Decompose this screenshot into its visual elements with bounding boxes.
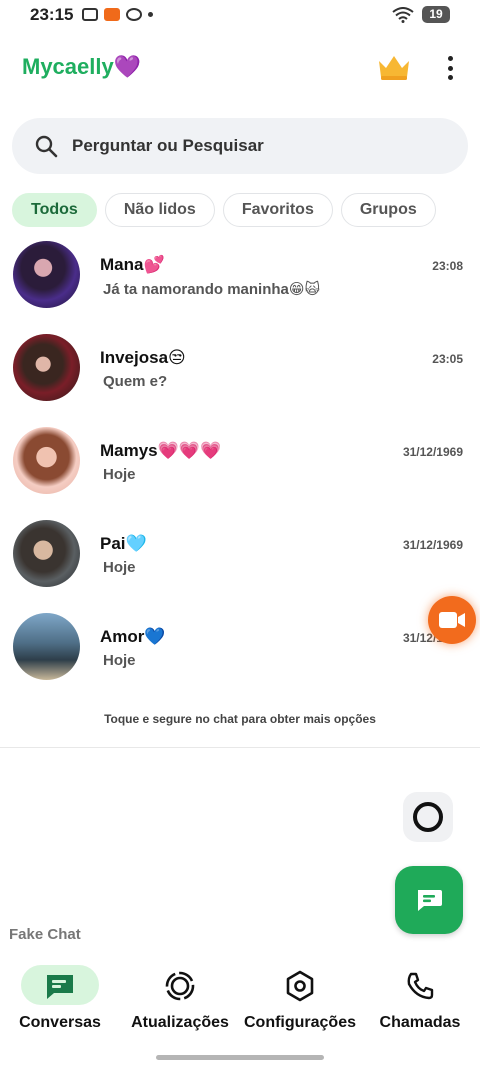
chat-last-message: Já ta namorando maninha😁🙀 xyxy=(103,281,321,298)
chat-name: Invejosa😒 xyxy=(100,348,186,367)
settings-icon xyxy=(286,970,314,1002)
floating-video-button[interactable] xyxy=(428,596,476,644)
app-title: Mycaelly💜 xyxy=(22,54,142,79)
status-bar: 23:15 19 xyxy=(0,0,480,32)
chat-last-message: Hoje xyxy=(103,466,136,483)
avatar[interactable] xyxy=(13,427,80,494)
home-indicator[interactable] xyxy=(156,1055,324,1060)
divider xyxy=(0,747,480,748)
chat-icon xyxy=(47,975,73,999)
chat-name: Mamys💗💗💗 xyxy=(100,441,222,460)
video-camera-icon xyxy=(439,612,465,628)
chat-name: Pai🩵 xyxy=(100,534,147,553)
chat-last-message: Quem e? xyxy=(103,373,168,390)
chat-time: 23:05 xyxy=(432,352,463,366)
chat-row[interactable]: Invejosa😒 23:05 Quem e? xyxy=(0,329,480,422)
circle-icon xyxy=(413,802,443,832)
filter-chip-grupos[interactable]: Grupos xyxy=(340,193,436,227)
search-input[interactable] xyxy=(72,118,452,174)
chat-time: 31/12/1969 xyxy=(402,538,463,552)
notification-icon xyxy=(82,8,98,21)
crown-icon[interactable] xyxy=(376,52,412,82)
status-time: 23:15 xyxy=(30,5,74,24)
chat-row[interactable]: Pai🩵 31/12/1969 Hoje xyxy=(0,515,480,608)
chat-name: Mana💕 xyxy=(100,255,165,274)
video-notification-icon xyxy=(104,8,120,21)
chat-hint-text: Toque e segure no chat para obter mais o… xyxy=(104,712,376,726)
circle-button[interactable] xyxy=(403,792,453,842)
app-notification-icon xyxy=(126,8,142,21)
avatar[interactable] xyxy=(13,241,80,308)
phone-icon xyxy=(407,972,434,1000)
new-chat-icon xyxy=(418,890,442,911)
more-notifications-icon xyxy=(148,12,153,17)
chat-name: Amor💙 xyxy=(100,627,166,646)
avatar[interactable] xyxy=(13,520,80,587)
bottom-navigation: Conversas Atualizações Configurações Cha… xyxy=(0,960,480,1040)
battery-indicator: 19 xyxy=(422,6,450,23)
chat-row[interactable]: Mamys💗💗💗 31/12/1969 Hoje xyxy=(0,422,480,515)
new-chat-button[interactable] xyxy=(395,866,463,934)
wifi-icon xyxy=(392,6,414,23)
status-icon xyxy=(165,971,195,1001)
chat-last-message: Hoje xyxy=(103,559,136,576)
fake-chat-label: Fake Chat xyxy=(9,926,81,943)
more-vert-icon[interactable] xyxy=(440,56,460,80)
nav-item-atualizacoes[interactable]: Atualizações xyxy=(120,960,240,1040)
search-icon xyxy=(35,135,58,158)
chat-time: 31/12/1969 xyxy=(402,445,463,459)
nav-label: Conversas xyxy=(19,1014,101,1031)
nav-label: Chamadas xyxy=(379,1014,461,1031)
filter-chip-nao-lidos[interactable]: Não lidos xyxy=(104,193,215,227)
filter-chips: Todos Não lidos Favoritos Grupos xyxy=(12,193,436,227)
avatar[interactable] xyxy=(13,334,80,401)
avatar[interactable] xyxy=(13,613,80,680)
nav-label: Configurações xyxy=(243,1014,356,1031)
nav-label: Atualizações xyxy=(131,1014,229,1031)
filter-chip-todos[interactable]: Todos xyxy=(12,193,97,227)
search-bar[interactable] xyxy=(12,118,468,174)
chat-last-message: Hoje xyxy=(103,652,136,669)
chat-row[interactable]: Mana💕 23:08 Já ta namorando maninha😁🙀 xyxy=(0,236,480,329)
chat-row[interactable]: Amor💙 31/12/1969 Hoje xyxy=(0,608,480,701)
chat-time: 23:08 xyxy=(432,259,463,273)
nav-item-chamadas[interactable]: Chamadas xyxy=(360,960,480,1040)
chat-list: Mana💕 23:08 Já ta namorando maninha😁🙀 In… xyxy=(0,236,480,701)
nav-item-conversas[interactable]: Conversas xyxy=(0,960,120,1040)
status-system-icons: 19 xyxy=(392,6,450,23)
status-notification-icons xyxy=(82,8,153,21)
filter-chip-favoritos[interactable]: Favoritos xyxy=(222,193,333,227)
nav-item-configuracoes[interactable]: Configurações xyxy=(240,960,360,1040)
